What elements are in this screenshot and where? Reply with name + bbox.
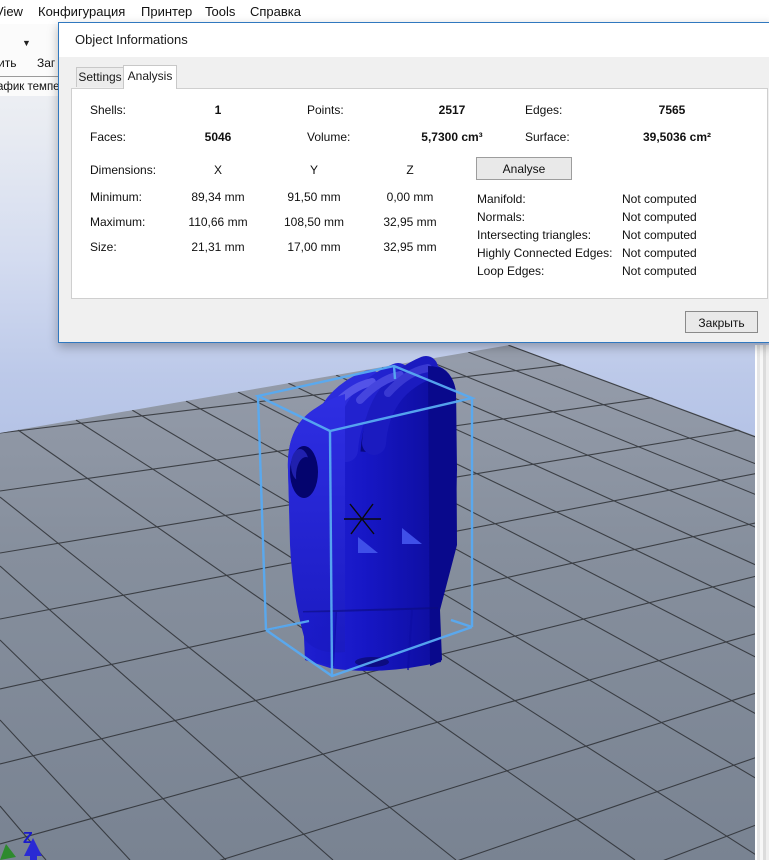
manifold-value: Not computed: [622, 192, 697, 206]
menu-configuration[interactable]: Конфигурация: [36, 0, 127, 24]
size-z: 32,95 mm: [365, 240, 455, 254]
tab-settings[interactable]: Settings: [76, 67, 124, 87]
menu-help[interactable]: Справка: [248, 0, 303, 24]
menu-printer[interactable]: Принтер: [139, 0, 194, 24]
dim-col-y: Y: [284, 163, 344, 177]
highly-connected-edges-label: Highly Connected Edges:: [477, 246, 612, 260]
dim-col-x: X: [188, 163, 248, 177]
close-button[interactable]: Закрыть: [685, 311, 758, 333]
shells-label: Shells:: [90, 103, 126, 117]
menu-view[interactable]: View: [0, 0, 25, 24]
dialog-titlebar[interactable]: Object Informations: [59, 23, 769, 57]
surface-value: 39,5036 cm²: [607, 130, 747, 144]
temp-graph-label: афик темпе: [0, 81, 58, 93]
toolbar: ▼ ить Заг афик темпе: [0, 24, 58, 96]
analysis-panel: Shells: 1 Points: 2517 Edges: 7565 Faces…: [71, 88, 768, 299]
maximum-x: 110,66 mm: [173, 215, 263, 229]
maximum-y: 108,50 mm: [269, 215, 359, 229]
menu-bar: View Конфигурация Принтер Tools Справка: [0, 0, 769, 24]
manifold-label: Manifold:: [477, 192, 526, 206]
size-y: 17,00 mm: [269, 240, 359, 254]
intersecting-triangles-value: Not computed: [622, 228, 697, 242]
maximum-label: Maximum:: [90, 215, 145, 229]
toolbar-load-button[interactable]: Заг: [37, 56, 55, 70]
tab-analysis[interactable]: Analysis: [123, 65, 177, 89]
dimensions-label: Dimensions:: [90, 163, 156, 177]
loop-edges-value: Not computed: [622, 264, 697, 278]
loop-edges-label: Loop Edges:: [477, 264, 544, 278]
points-value: 2517: [392, 103, 512, 117]
points-label: Points:: [307, 103, 344, 117]
minimum-y: 91,50 mm: [269, 190, 359, 204]
edges-label: Edges:: [525, 103, 562, 117]
normals-label: Normals:: [477, 210, 525, 224]
toolbar-save-button[interactable]: ить: [0, 56, 16, 70]
volume-value: 5,7300 cm³: [392, 130, 512, 144]
minimum-z: 0,00 mm: [365, 190, 455, 204]
edges-value: 7565: [607, 103, 737, 117]
dropdown-caret-icon[interactable]: ▼: [22, 38, 31, 48]
toolbar-separator: [0, 76, 58, 77]
intersecting-triangles-label: Intersecting triangles:: [477, 228, 591, 242]
analyse-button[interactable]: Analyse: [476, 157, 572, 180]
faces-label: Faces:: [90, 130, 126, 144]
object-informations-dialog: Object Informations Settings Analysis Sh…: [58, 22, 769, 343]
right-panel-splitter[interactable]: [755, 345, 769, 860]
shells-value: 1: [188, 103, 248, 117]
size-label: Size:: [90, 240, 117, 254]
dialog-title: Object Informations: [75, 32, 188, 47]
dim-col-z: Z: [380, 163, 440, 177]
normals-value: Not computed: [622, 210, 697, 224]
menu-tools[interactable]: Tools: [203, 0, 237, 24]
app-window: Z View Конфигурация Принтер Tools Справк…: [0, 0, 769, 860]
size-x: 21,31 mm: [173, 240, 263, 254]
faces-value: 5046: [188, 130, 248, 144]
minimum-x: 89,34 mm: [173, 190, 263, 204]
highly-connected-edges-value: Not computed: [622, 246, 697, 260]
maximum-z: 32,95 mm: [365, 215, 455, 229]
volume-label: Volume:: [307, 130, 350, 144]
model-3d[interactable]: [288, 364, 457, 671]
minimum-label: Minimum:: [90, 190, 142, 204]
surface-label: Surface:: [525, 130, 570, 144]
